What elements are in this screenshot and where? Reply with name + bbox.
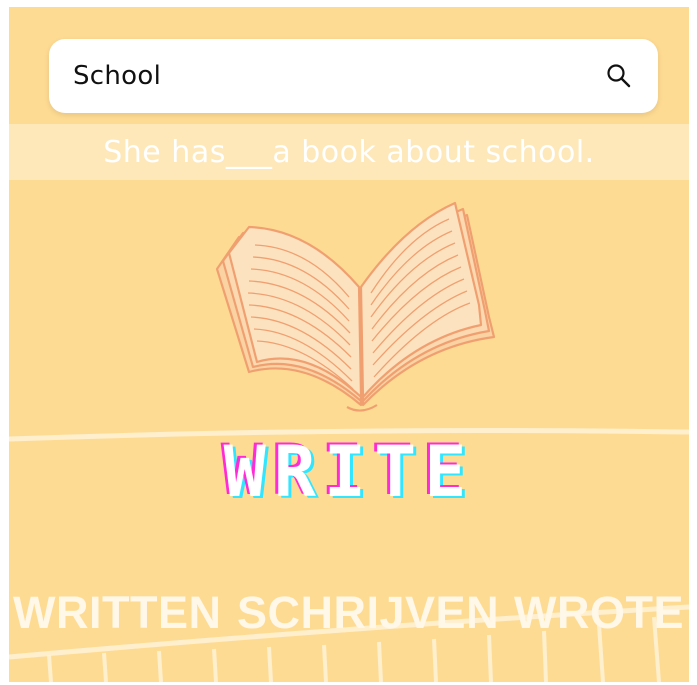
verb-form-schrijven: SCHRIJVEN bbox=[237, 587, 500, 638]
search-bar[interactable]: School bbox=[49, 39, 658, 113]
verb-form-wrote: WROTE bbox=[514, 587, 684, 638]
search-input[interactable]: School bbox=[73, 61, 604, 91]
verb-form-written: WRITTEN bbox=[13, 587, 222, 638]
exercise-sentence: She has___a book about school. bbox=[103, 134, 595, 170]
sentence-band: She has___a book about school. bbox=[9, 124, 689, 180]
verb-forms-row: WRITTEN SCHRIJVEN WROTE bbox=[9, 587, 689, 643]
verb-headword: WRITE bbox=[223, 431, 475, 513]
search-icon[interactable] bbox=[604, 61, 634, 91]
poster-canvas: School She has___a book about school. WR… bbox=[9, 7, 689, 682]
open-book-icon bbox=[215, 201, 496, 412]
